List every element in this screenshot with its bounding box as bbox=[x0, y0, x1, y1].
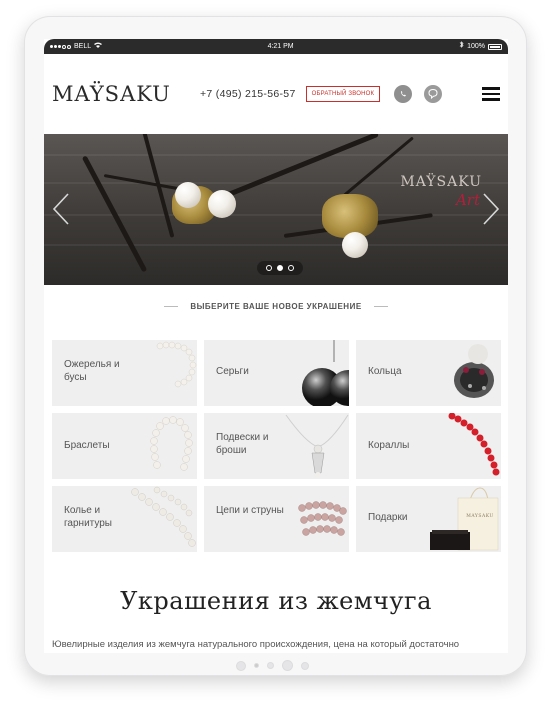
category-card-gifts[interactable]: Подарки MAYSAKU bbox=[356, 486, 501, 552]
status-bar: BELL 4:21 PM 100% bbox=[44, 39, 508, 54]
bluetooth-icon bbox=[459, 39, 464, 54]
category-label: Колье и гарнитуры bbox=[64, 505, 112, 529]
pearl-set-image bbox=[131, 486, 196, 547]
category-label: Цепи и струны bbox=[216, 505, 284, 516]
pearl-image bbox=[175, 182, 201, 208]
wifi-icon bbox=[94, 39, 103, 54]
category-card-rings[interactable]: Кольца bbox=[356, 340, 501, 406]
category-label: Кольца bbox=[368, 366, 402, 377]
gift-bag-text: MAYSAKU bbox=[466, 514, 494, 519]
category-card-corals[interactable]: Кораллы bbox=[356, 413, 501, 479]
pearl-necklace-image bbox=[156, 341, 197, 388]
category-card-chains[interactable]: Цепи и струны bbox=[204, 486, 349, 552]
slider-prev-icon[interactable] bbox=[50, 192, 72, 226]
ring-image bbox=[454, 344, 494, 398]
category-card-necklaces[interactable]: Ожерелья и бусы bbox=[52, 340, 197, 406]
slider-next-icon[interactable] bbox=[480, 192, 502, 226]
site-logo[interactable]: MAŸSAKU bbox=[52, 82, 192, 106]
coral-necklace-image bbox=[448, 413, 500, 476]
page-heading: Украшения из жемчуга bbox=[120, 587, 432, 615]
bracelet-image bbox=[150, 416, 193, 471]
gift-bag-image bbox=[430, 487, 499, 551]
battery-icon bbox=[487, 43, 502, 50]
slider-pagination bbox=[257, 261, 303, 275]
category-card-pendants[interactable]: Подвески и броши bbox=[204, 413, 349, 479]
category-card-sets[interactable]: Колье и гарнитуры bbox=[52, 486, 197, 552]
whatsapp-icon[interactable] bbox=[394, 85, 413, 103]
callback-button[interactable]: ОБРАТНЫЙ ЗВОНОК bbox=[305, 86, 381, 102]
tablet-home-indicator bbox=[236, 660, 309, 671]
category-label: Серьги bbox=[216, 366, 249, 377]
category-label: Подвески и броши bbox=[216, 432, 269, 456]
screen: BELL 4:21 PM 100% MAŸSAKU +7 (495) 215-5… bbox=[44, 39, 508, 653]
hamburger-menu-icon[interactable] bbox=[482, 87, 500, 101]
category-card-earrings[interactable]: Серьги bbox=[204, 340, 349, 406]
category-label: Ожерелья и бусы bbox=[64, 359, 120, 383]
viber-icon[interactable] bbox=[424, 85, 443, 103]
hero-slider[interactable]: MAŸSAKU Art bbox=[44, 134, 508, 285]
signal-icon bbox=[50, 44, 71, 49]
category-card-bracelets[interactable]: Браслеты bbox=[52, 413, 197, 479]
phone-number[interactable]: +7 (495) 215-56-57 bbox=[200, 88, 296, 100]
site-header: MAŸSAKU +7 (495) 215-56-57 ОБРАТНЫЙ ЗВОН… bbox=[44, 54, 508, 134]
battery-percent: 100% bbox=[467, 43, 485, 50]
section-title: ВЫБЕРИТЕ ВАШЕ НОВОЕ УКРАШЕНИЕ bbox=[44, 302, 508, 311]
earring-image bbox=[302, 340, 349, 406]
page-description: Ювелирные изделия из жемчуга натуральног… bbox=[52, 639, 460, 650]
slider-dot[interactable] bbox=[266, 265, 272, 271]
chain-image bbox=[298, 501, 347, 536]
hero-brand: MAŸSAKU bbox=[400, 174, 482, 190]
category-label: Браслеты bbox=[64, 440, 110, 451]
slider-dot-active[interactable] bbox=[277, 265, 283, 271]
hero-brand-sub: Art bbox=[455, 191, 480, 209]
category-label: Кораллы bbox=[368, 440, 410, 451]
slider-dot[interactable] bbox=[288, 265, 294, 271]
carrier: BELL bbox=[74, 43, 92, 50]
pendant-image bbox=[285, 414, 349, 478]
status-time: 4:21 PM bbox=[267, 43, 294, 50]
